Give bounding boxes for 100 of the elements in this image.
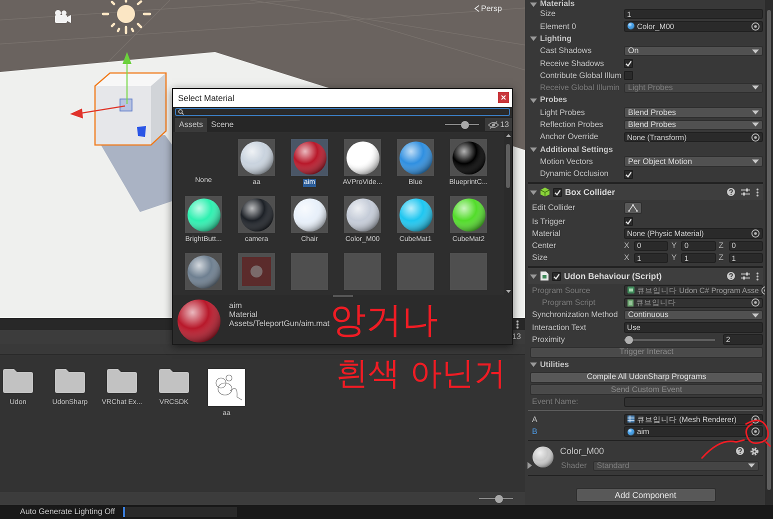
checkbox[interactable] — [552, 272, 561, 281]
material-thumbnail[interactable] — [344, 196, 381, 234]
checkbox[interactable] — [624, 71, 633, 80]
material-thumbnail[interactable] — [397, 253, 434, 290]
material-thumbnail[interactable] — [291, 139, 328, 176]
section-label[interactable]: Materials — [540, 0, 575, 9]
material-preview — [532, 446, 554, 468]
caret-icon — [752, 48, 759, 54]
foldout-icon[interactable] — [530, 146, 537, 153]
material-thumbnail[interactable] — [450, 139, 487, 176]
foldout-icon[interactable] — [530, 188, 537, 196]
size-slider[interactable] — [445, 120, 480, 129]
axis-label: Y — [671, 241, 678, 251]
scrollbar[interactable] — [765, 0, 773, 505]
checkbox[interactable] — [624, 170, 633, 178]
material-thumbnail[interactable] — [344, 139, 381, 176]
target-icon[interactable] — [751, 22, 760, 31]
action-button[interactable]: Compile All UdonSharp Programs — [530, 372, 763, 383]
material-thumbnail[interactable] — [185, 196, 222, 234]
caret-icon — [748, 463, 755, 468]
material-name: aim — [229, 301, 243, 310]
close-button[interactable] — [498, 92, 509, 104]
field-label: Is Trigger — [531, 216, 566, 226]
foldout-icon[interactable] — [530, 0, 537, 8]
zoom-slider[interactable] — [479, 494, 513, 502]
field-label: A — [531, 414, 538, 424]
tab[interactable]: Scene — [207, 118, 238, 132]
settings-icon[interactable] — [750, 446, 759, 456]
section-label[interactable]: Utilities — [540, 360, 569, 370]
folder-icon[interactable] — [107, 369, 137, 393]
material-thumbnail[interactable] — [397, 139, 434, 176]
target-icon[interactable] — [751, 132, 760, 142]
foldout-icon[interactable] — [530, 35, 537, 42]
material-thumbnail[interactable] — [185, 253, 222, 290]
dropdown[interactable]: Per Object Motion — [624, 156, 763, 167]
component-header[interactable]: Udon Behaviour (Script) — [528, 267, 763, 284]
camera-icon[interactable] — [55, 10, 71, 23]
target-icon[interactable] — [751, 298, 760, 308]
tab[interactable]: Assets — [175, 118, 208, 132]
section-label[interactable]: Probes — [540, 95, 568, 106]
help-icon[interactable] — [727, 188, 735, 196]
eye-slash-icon[interactable] — [488, 120, 500, 129]
sliders-icon[interactable] — [741, 188, 750, 196]
dropdown[interactable]: Blend Probes — [624, 107, 763, 118]
foldout-icon[interactable] — [530, 272, 537, 280]
material-thumbnail[interactable] — [238, 196, 275, 234]
add-component-button[interactable]: Add Component — [576, 488, 716, 502]
target-icon[interactable] — [751, 229, 760, 238]
splitter-handle[interactable] — [332, 295, 352, 298]
axis-label: Z — [718, 253, 725, 263]
dropdown[interactable]: Blend Probes — [624, 120, 763, 130]
field-label: Program Source — [531, 286, 592, 296]
folder-icon[interactable] — [159, 369, 189, 393]
sphere-icon — [627, 428, 635, 436]
field-label: Size — [539, 9, 557, 19]
help-icon[interactable] — [727, 272, 735, 280]
material-thumbnail[interactable] — [450, 253, 487, 290]
material-thumbnail[interactable] — [238, 253, 275, 290]
material-thumbnail[interactable] — [291, 196, 328, 234]
field-label: Interaction Text — [531, 322, 588, 332]
section-label[interactable]: Lighting — [540, 34, 572, 44]
axis-label: X — [624, 241, 630, 251]
status-text: Auto Generate Lighting Off — [20, 507, 116, 517]
grid-icon — [627, 415, 635, 424]
slider-thumb[interactable] — [461, 120, 470, 129]
material-thumbnail[interactable] — [291, 253, 328, 290]
help-icon[interactable] — [736, 447, 744, 456]
material-thumbnail[interactable] — [344, 253, 381, 290]
edit-collider-button[interactable] — [624, 202, 642, 214]
material-thumbnail[interactable] — [397, 196, 434, 234]
slider-track[interactable] — [624, 334, 715, 345]
slider-thumb[interactable] — [495, 494, 504, 502]
slider-thumb[interactable] — [624, 336, 633, 344]
move-gizmo-drawing[interactable] — [70, 52, 146, 137]
hidden-count: 13 — [500, 120, 509, 130]
kebab-menu-icon[interactable] — [756, 272, 759, 281]
section-label[interactable]: Additional Settings — [540, 144, 613, 154]
component-title: Udon Behaviour (Script) — [564, 271, 663, 282]
component-header[interactable]: Box Collider — [528, 183, 763, 200]
checkbox[interactable] — [624, 58, 633, 68]
checkbox[interactable] — [624, 216, 633, 226]
material-thumbnail[interactable] — [450, 196, 487, 234]
dropdown[interactable]: On — [624, 46, 763, 56]
kebab-menu-icon[interactable] — [756, 188, 759, 197]
folder-icon[interactable] — [55, 369, 85, 393]
dropdown[interactable]: Continuous — [624, 310, 763, 320]
material-thumbnail[interactable] — [238, 139, 275, 176]
sliders-icon[interactable] — [741, 272, 750, 280]
search-field[interactable] — [175, 108, 510, 116]
field-label: Program Script — [541, 298, 596, 308]
light-icon[interactable] — [102, 0, 152, 34]
view-mode-label[interactable]: Persp — [481, 4, 502, 14]
kebab-menu-icon[interactable] — [516, 320, 519, 328]
folder-icon[interactable] — [3, 369, 33, 393]
cube-icon — [540, 187, 550, 198]
foldout-icon[interactable] — [530, 96, 537, 104]
foldout-icon[interactable] — [530, 361, 537, 368]
caret-icon — [752, 85, 759, 90]
checkbox[interactable] — [553, 188, 562, 197]
field-label: Event Name: — [531, 397, 580, 407]
